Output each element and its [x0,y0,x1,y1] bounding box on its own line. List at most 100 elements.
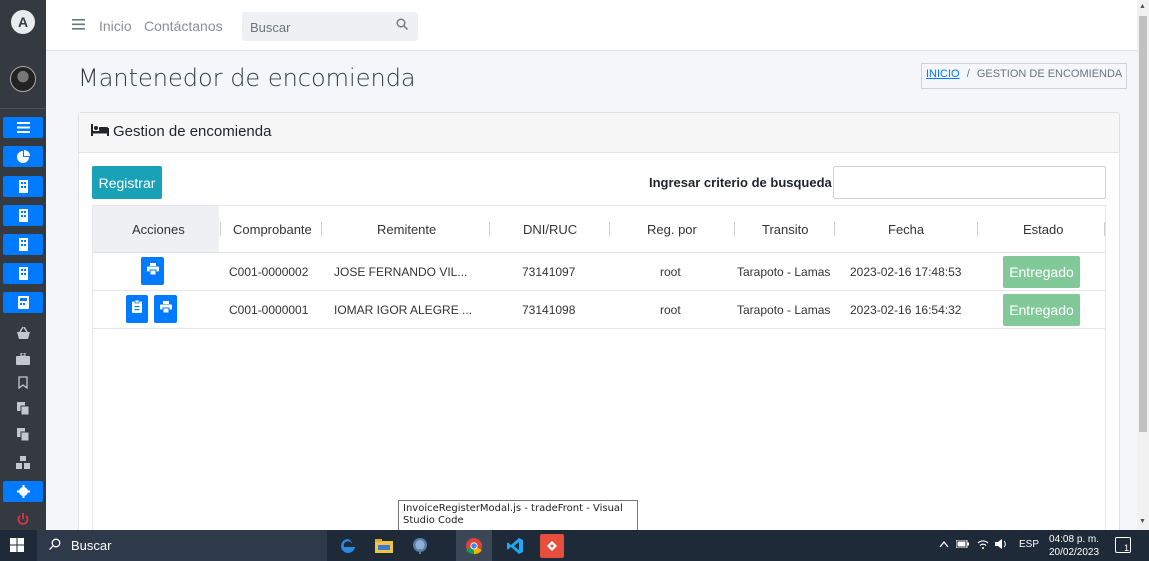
bookmark-icon[interactable] [3,372,43,393]
windows-taskbar: Buscar ESP 04:08 p. m. 20/02/2023 1 [0,530,1149,561]
clock-time: 04:08 p. m. [1049,534,1100,545]
file-explorer-icon[interactable] [366,530,402,561]
card-title: Gestion de encomienda [91,123,271,140]
scroll-thumb[interactable] [1139,16,1147,432]
status-badge: Entregado [1003,294,1080,326]
sidebar-divider [0,108,46,109]
settings-gear-icon[interactable] [3,481,43,502]
breadcrumb-home-link[interactable]: INICIO [926,68,960,80]
search-icon[interactable] [396,17,408,33]
cell-remitente: JOSE FERNANDO VIL... [334,265,468,279]
notification-count: 1 [1123,543,1129,553]
language-indicator[interactable]: ESP [1019,539,1039,550]
clipboard-icon [132,299,142,318]
scroll-down-arrow-icon[interactable]: ▼ [1139,518,1146,525]
cell-fecha: 2023-02-16 16:54:32 [850,303,962,317]
breadcrumb: INICIO / GESTION DE ENCOMIENDA [921,63,1128,89]
briefcase-icon[interactable] [3,348,43,369]
menu-list-icon[interactable] [3,117,43,138]
copy-icon[interactable] [3,424,43,445]
column-separator [489,222,490,236]
th-comprobante[interactable]: Comprobante [233,222,312,237]
page-scrollbar[interactable]: ▲ ▼ [1137,0,1149,530]
power-off-icon[interactable] [3,510,43,528]
page-title: Mantenedor de encomienda [78,64,416,92]
column-separator [321,222,322,236]
card-title-text: Gestion de encomienda [113,123,272,140]
column-separator [834,222,835,236]
card-header: Gestion de encomienda [79,113,1119,153]
column-separator [609,222,610,236]
calculator-icon[interactable] [3,292,43,313]
notification-center-icon[interactable]: 1 [1115,537,1131,553]
search-placeholder: Buscar [250,20,291,35]
cell-dni-ruc: 73141097 [522,265,576,279]
clipboard-button[interactable] [126,295,148,323]
battery-icon[interactable] [955,539,969,551]
th-remitente[interactable]: Remitente [377,222,436,237]
postgresql-elephant-icon[interactable] [402,530,438,561]
bed-icon [91,123,109,140]
windows-start-icon[interactable] [10,538,24,557]
cell-comprobante: C001-0000001 [229,303,309,317]
status-badge: Entregado [1003,256,1080,288]
system-clock[interactable]: 04:08 p. m. 20/02/2023 [1049,533,1099,559]
breadcrumb-separator: / [966,68,970,80]
cell-transito: Tarapoto - Lamas [737,265,831,279]
pie-chart-icon[interactable] [3,146,43,167]
print-button[interactable] [154,295,177,323]
navbar-search-input[interactable]: Buscar [242,12,418,41]
th-transito[interactable]: Transito [762,222,808,237]
building-icon[interactable] [3,176,43,197]
user-avatar[interactable] [10,66,36,92]
volume-icon[interactable] [995,539,1008,552]
shopping-basket-icon[interactable] [3,322,43,343]
cell-reg-por: root [660,265,681,279]
show-hidden-icons-chevron-icon[interactable] [939,539,949,551]
encomienda-table: Acciones Comprobante Remitente DNI/RUC R… [92,205,1106,543]
th-dni-ruc[interactable]: DNI/RUC [523,222,577,237]
nav-link-inicio[interactable]: Inicio [99,18,132,34]
taskbar-search-icon [49,538,61,553]
taskbar-search[interactable]: Buscar [37,530,327,561]
building-icon[interactable] [3,263,43,284]
cell-dni-ruc: 73141098 [522,303,576,317]
building-icon[interactable] [3,234,43,255]
brand-logo[interactable]: A [11,10,35,34]
th-estado[interactable]: Estado [1023,222,1063,237]
cell-remitente: IOMAR IGOR ALEGRE ... [334,303,473,317]
git-app-icon[interactable] [540,534,564,558]
edge-browser-icon[interactable] [330,530,366,561]
th-fecha[interactable]: Fecha [888,222,924,237]
encomienda-card: Gestion de encomienda Registrar Ingresar… [78,112,1120,543]
th-acciones[interactable]: Acciones [132,222,185,237]
column-separator [734,222,735,236]
column-separator [1104,222,1105,236]
th-reg-por[interactable]: Reg. por [647,222,697,237]
building-icon[interactable] [3,205,43,226]
print-button[interactable] [141,257,164,285]
table-row: C001-0000002 JOSE FERNANDO VIL... 731410… [93,253,1105,291]
hamburger-menu-icon[interactable] [72,17,85,35]
vscode-icon[interactable] [497,530,533,561]
cell-transito: Tarapoto - Lamas [737,303,831,317]
nav-link-contactanos[interactable]: Contáctanos [144,18,223,34]
chrome-browser-icon[interactable] [456,530,492,561]
column-separator [977,222,978,236]
print-icon [159,300,172,318]
top-navbar: Inicio Contáctanos Buscar [46,0,1137,51]
sidebar: A [0,0,46,530]
taskbar-tooltip: InvoiceRegisterModal.js - tradeFront - V… [398,500,638,531]
search-criteria-input[interactable] [833,166,1106,199]
clock-date: 20/02/2023 [1049,547,1100,558]
register-button[interactable]: Registrar [92,166,162,199]
cell-reg-por: root [660,303,681,317]
cell-fecha: 2023-02-16 17:48:53 [850,265,962,279]
boxes-icon[interactable] [3,452,43,473]
table-row: C001-0000001 IOMAR IGOR ALEGRE ... 73141… [93,291,1105,329]
column-separator [220,222,221,236]
scroll-up-arrow-icon[interactable]: ▲ [1139,3,1146,10]
search-criteria-label: Ingresar criterio de busqueda: [649,175,837,190]
wifi-icon[interactable] [977,539,989,552]
copy-icon[interactable] [3,398,43,419]
